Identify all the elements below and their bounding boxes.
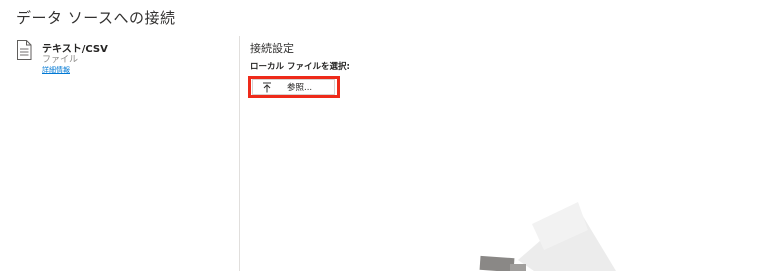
browse-button-label: 参照... (287, 83, 313, 93)
source-type: ファイル (42, 55, 79, 65)
upload-icon (263, 82, 271, 93)
details-link[interactable]: 詳細情報 (42, 65, 70, 75)
local-file-label: ローカル ファイルを選択: (250, 62, 350, 72)
panel-divider (239, 36, 240, 271)
page-title: データ ソースへの接続 (16, 9, 176, 27)
browse-button[interactable]: 参照... (252, 79, 335, 95)
connection-settings-heading: 接続設定 (250, 42, 294, 55)
document-icon (17, 40, 32, 60)
source-item-text-csv[interactable]: テキスト/CSV ファイル 詳細情報 (16, 40, 216, 80)
watermark-illustration (479, 202, 616, 271)
